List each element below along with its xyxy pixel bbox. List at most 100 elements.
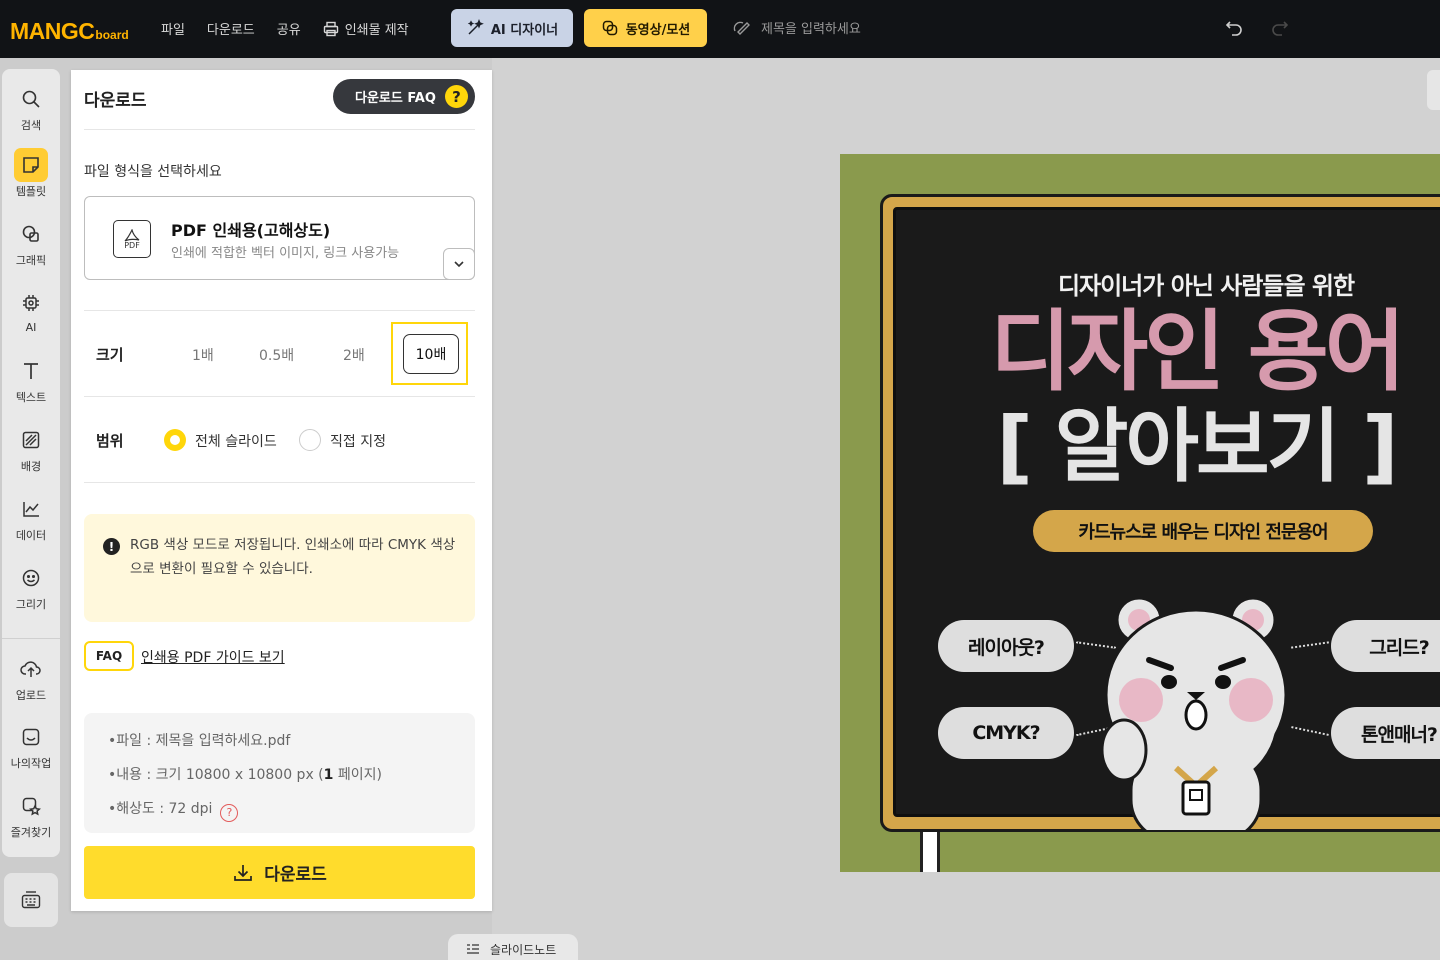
printer-icon (323, 21, 338, 36)
sidebar-item-search[interactable]: 검색 (2, 82, 60, 133)
top-bar: MANGC board 파일 다운로드 공유 인쇄물 제작 AI 디자이너 동영… (0, 0, 1440, 58)
divider (84, 482, 475, 483)
radio-all-slides-label[interactable]: 전체 슬라이드 (195, 431, 277, 451)
sidebar-item-my-work[interactable]: 나의작업 (2, 720, 60, 771)
size-option-1x[interactable]: 1배 (192, 345, 214, 365)
download-button-label: 다운로드 (264, 865, 327, 885)
text-icon (14, 354, 48, 388)
menu-download[interactable]: 다운로드 (207, 19, 255, 38)
board-inner: 디자이너가 아닌 사람들을 위한 디자인 용어 [ 알아보기 ] 카드뉴스로 배… (893, 207, 1440, 830)
size-option-2x[interactable]: 2배 (343, 345, 365, 365)
magic-wand-icon (467, 19, 484, 35)
size-option-10x[interactable]: 10배 (403, 334, 459, 374)
pdf-guide-link[interactable]: 인쇄용 PDF 가이드 보기 (141, 647, 285, 667)
download-icon (234, 864, 253, 881)
download-button[interactable]: 다운로드 (84, 846, 475, 899)
video-motion-label: 동영상/모션 (625, 22, 691, 38)
chevron-down-icon (454, 261, 464, 268)
board-frame: 디자이너가 아닌 사람들을 위한 디자인 용어 [ 알아보기 ] 카드뉴스로 배… (880, 194, 1440, 832)
radio-custom-range[interactable] (299, 429, 321, 451)
sidebar-item-label: 데이터 (15, 529, 47, 542)
sidebar-item-text[interactable]: 텍스트 (2, 354, 60, 405)
sidebar-item-label: 텍스트 (15, 391, 47, 404)
faq-badge: FAQ (84, 641, 134, 671)
size-option-highlight: 10배 (391, 322, 468, 385)
slide-note-label: 슬라이드노트 (490, 942, 557, 957)
video-motion-button[interactable]: 동영상/모션 (584, 9, 707, 47)
keyboard-icon (21, 891, 41, 909)
divider (84, 310, 475, 311)
format-dropdown-button[interactable] (443, 248, 475, 280)
sidebar-item-label: 배경 (20, 460, 42, 473)
ai-chip-icon (14, 286, 48, 320)
canvas-side-handle[interactable] (1427, 70, 1440, 110)
sidebar-item-data[interactable]: 데이터 (2, 492, 60, 543)
format-select[interactable]: PDF PDF 인쇄용(고해상도) 인쇄에 적합한 벡터 이미지, 링크 사용가… (84, 196, 475, 280)
radio-custom-range-label[interactable]: 직접 지정 (330, 431, 386, 451)
sidebar-item-label: 템플릿 (15, 185, 47, 198)
undo-icon (1225, 21, 1242, 36)
sidebar-item-upload[interactable]: 업로드 (2, 652, 60, 703)
search-icon (14, 82, 48, 116)
chart-icon (14, 492, 48, 526)
ai-designer-label: AI 디자이너 (490, 22, 559, 38)
toolbar-divider (2, 638, 60, 639)
slide-title-line1: 디자인 용어 (990, 300, 1405, 403)
app-logo[interactable]: MANGC board (10, 18, 129, 45)
menu-share[interactable]: 공유 (277, 19, 301, 38)
download-faq-button[interactable]: 다운로드 FAQ ? (333, 79, 475, 114)
format-name: PDF 인쇄용(고해상도) (171, 221, 331, 240)
download-faq-label: 다운로드 FAQ (355, 91, 436, 106)
sidebar-item-favorite[interactable]: 즐겨찾기 (2, 789, 60, 840)
info-resolution: •해상도 : 72 dpi? (108, 798, 239, 822)
format-prompt: 파일 형식을 선택하세요 (84, 164, 222, 180)
logo-text: MANGC (10, 18, 95, 44)
edit-icon (733, 21, 750, 35)
sidebar-item-background[interactable]: 배경 (2, 423, 60, 474)
sidebar-item-template[interactable]: 템플릿 (2, 148, 60, 199)
logo-subtext: board (95, 28, 129, 42)
divider (84, 396, 475, 397)
sidebar-item-label: 검색 (20, 119, 42, 132)
sidebar-item-label: 즐겨찾기 (10, 826, 52, 839)
info-resolution-text: •해상도 : 72 dpi (108, 801, 213, 817)
bubble-grid: 그리드? (1331, 620, 1440, 672)
redo-button[interactable] (1270, 18, 1290, 42)
slide-title-line2: [ 알아보기 ] (996, 400, 1398, 493)
radio-all-slides[interactable] (164, 429, 186, 451)
panel-title: 다운로드 (84, 91, 147, 111)
bear-character-illustration (1101, 596, 1288, 830)
format-description: 인쇄에 적합한 벡터 이미지, 링크 사용가능 (171, 246, 400, 261)
info-content-prefix: •내용 : 크기 10800 x 10800 px ( (108, 767, 324, 783)
keyboard-shortcut-button[interactable] (4, 873, 58, 927)
bubble-cmyk: CMYK? (938, 707, 1074, 759)
ai-designer-button[interactable]: AI 디자이너 (451, 9, 573, 47)
menu-print[interactable]: 인쇄물 제작 (323, 19, 431, 38)
size-label: 크기 (96, 346, 124, 364)
pdf-file-icon: PDF (113, 220, 151, 258)
info-content-pages: 1 (323, 767, 334, 783)
alert-icon: ! (103, 538, 120, 555)
sidebar-item-draw[interactable]: 그리기 (2, 561, 60, 612)
divider (84, 129, 475, 130)
dotted-line (1291, 726, 1329, 736)
slide-note-tab[interactable]: 슬라이드노트 (448, 934, 578, 960)
menu-file[interactable]: 파일 (161, 19, 185, 38)
slide-preview[interactable]: 디자이너가 아닌 사람들을 위한 디자인 용어 [ 알아보기 ] 카드뉴스로 배… (840, 154, 1440, 872)
slide-pill: 카드뉴스로 배우는 디자인 전문용어 (1033, 510, 1373, 552)
dotted-line (1291, 641, 1329, 649)
sidebar-item-graphic[interactable]: 그래픽 (2, 217, 60, 268)
top-menu: 파일 다운로드 공유 인쇄물 제작 (161, 19, 453, 38)
sidebar-item-ai[interactable]: AI (2, 286, 60, 334)
background-icon (14, 423, 48, 457)
question-icon: ? (445, 85, 468, 108)
undo-button[interactable] (1224, 18, 1244, 42)
graphic-icon (14, 217, 48, 251)
slide-subtitle: 디자이너가 아닌 사람들을 위한 (1057, 272, 1355, 300)
help-icon[interactable]: ? (220, 803, 239, 822)
size-option-0-5x[interactable]: 0.5배 (259, 345, 294, 365)
info-file: •파일 : 제목을 입력하세요.pdf (108, 733, 291, 749)
info-content: •내용 : 크기 10800 x 10800 px (1 페이지) (108, 764, 382, 784)
title-input[interactable]: 제목을 입력하세요 (732, 18, 861, 37)
draw-icon (14, 561, 48, 595)
